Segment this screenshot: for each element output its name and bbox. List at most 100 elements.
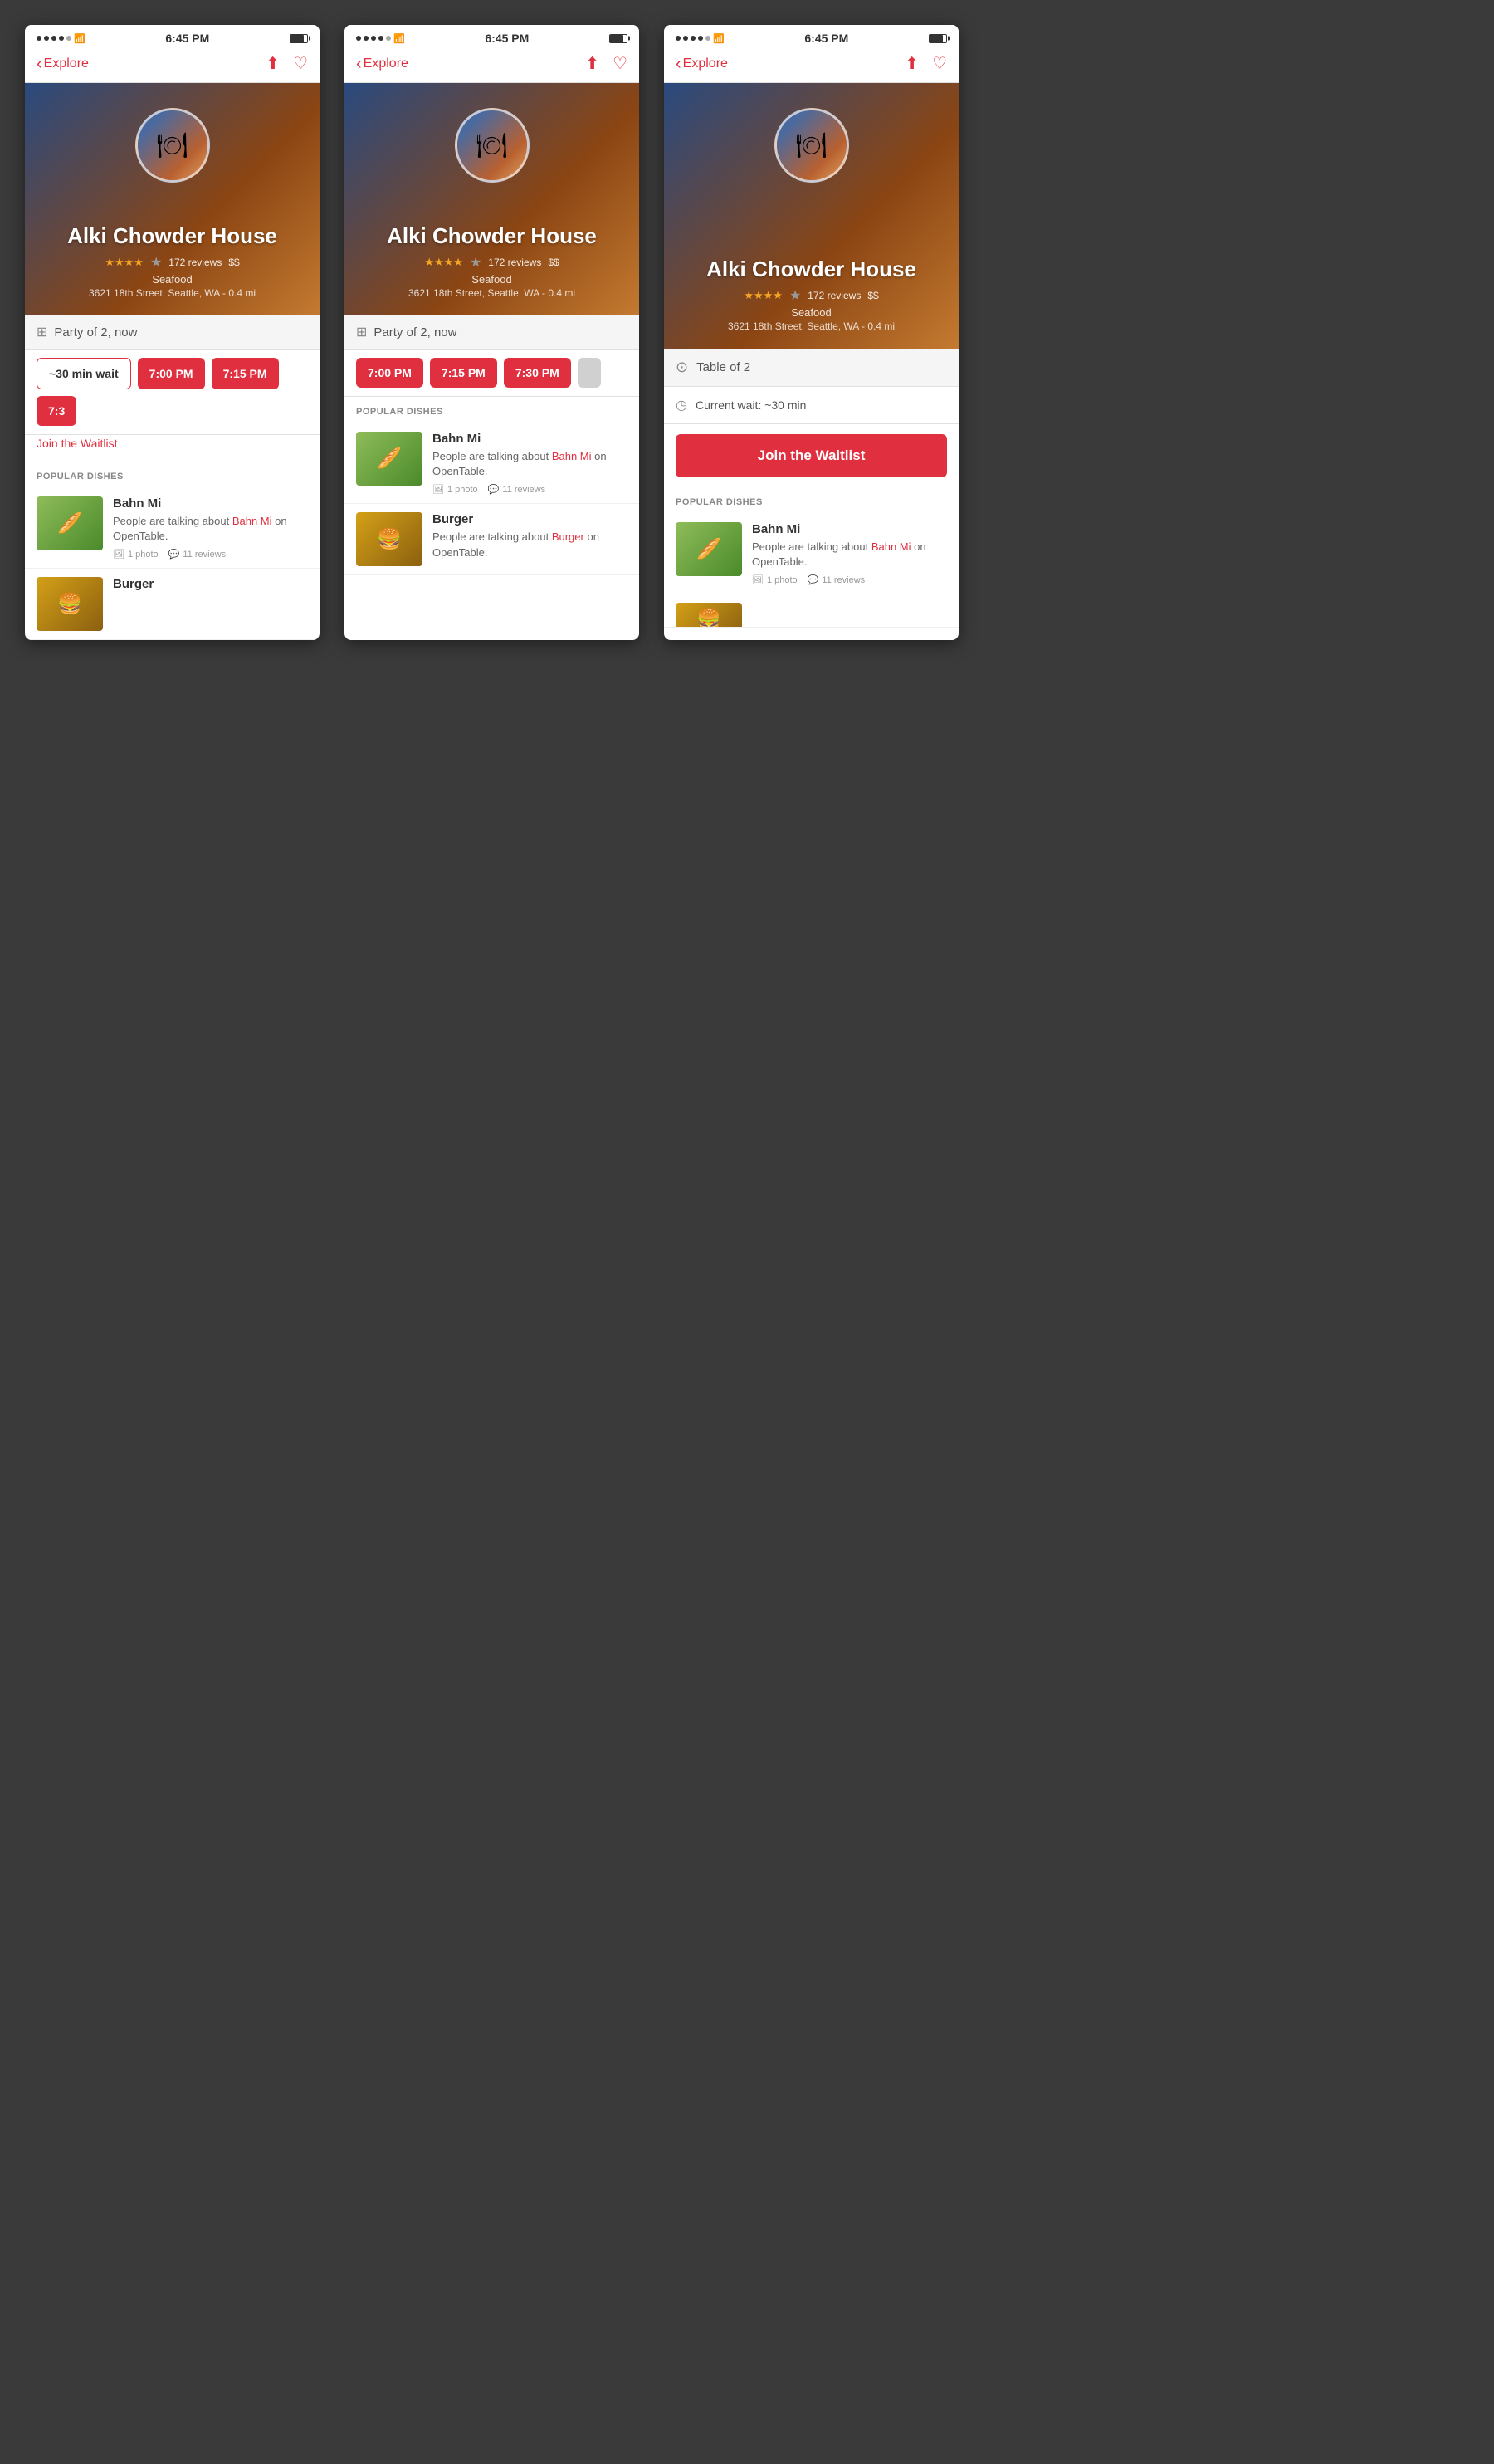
star-empty: ★ [470, 254, 481, 271]
signal-dot [37, 36, 42, 41]
join-waitlist-button[interactable]: Join the Waitlist [676, 434, 947, 477]
booking-section-2: ⊞ Party of 2, now [344, 315, 639, 350]
favorite-icon[interactable]: ♡ [932, 53, 947, 74]
favorite-icon[interactable]: ♡ [293, 53, 308, 74]
battery-area [929, 34, 947, 43]
time-slot-715[interactable]: 7:15 PM [430, 358, 497, 388]
bahnmi-thumbnail: 🥖 [356, 432, 422, 486]
restaurant-name: Alki Chowder House [67, 223, 277, 249]
waitlist-slot[interactable]: ~30 min wait [37, 358, 131, 389]
review-count-dish: 💬 11 reviews [488, 484, 545, 495]
status-bar-2: 📶 6:45 PM [344, 25, 639, 48]
dish-burger-partial: 🍔 [664, 594, 959, 628]
review-count-text: 11 reviews [822, 575, 865, 585]
avatar-image: 🍽 [457, 110, 527, 180]
party-size: Party of 2, now [374, 325, 456, 340]
photo-icon: 🖼 [113, 549, 124, 560]
review-count: 172 reviews [488, 257, 541, 268]
time-slot-730[interactable]: 7:30 PM [504, 358, 571, 388]
bahnmi-info: Bahn Mi People are talking about Bahn Mi… [113, 496, 308, 560]
wait-time: Current wait: ~30 min [696, 398, 806, 412]
hero-section-2: 🍽 Alki Chowder House ★★★★★ 172 reviews $… [344, 83, 639, 315]
desc-before: People are talking about [432, 450, 552, 462]
desc-before: People are talking about [113, 515, 232, 527]
back-label: Explore [683, 56, 728, 71]
bahnmi-footer: 🖼 1 photo 💬 11 reviews [113, 549, 308, 560]
signal-dot-empty [706, 36, 710, 41]
dish-burger: 🍔 Burger People are talking about Burger… [344, 504, 639, 575]
restaurant-avatar: 🍽 [774, 108, 849, 183]
time-slot-700[interactable]: 7:00 PM [138, 358, 205, 389]
signal-dot [378, 36, 383, 41]
person-icon: ⊙ [676, 359, 688, 376]
nav-bar-3: ‹ Explore ⬆ ♡ [664, 48, 959, 83]
time-slot-730-partial[interactable]: 7:3 [37, 396, 76, 426]
cuisine-type: Seafood [791, 306, 831, 319]
chevron-left-icon: ‹ [37, 56, 42, 72]
signal-dot [44, 36, 49, 41]
battery-icon [929, 34, 947, 43]
signal-dot [51, 36, 56, 41]
restaurant-meta: ★★★★★ 172 reviews $$ [424, 254, 559, 271]
wifi-icon: 📶 [393, 33, 405, 44]
bahnmi-thumbnail: 🥖 [676, 522, 742, 576]
price-range: $$ [228, 257, 239, 268]
photo-count-text: 1 photo [767, 575, 798, 585]
share-icon[interactable]: ⬆ [266, 53, 280, 74]
status-time: 6:45 PM [485, 32, 529, 45]
review-count: 172 reviews [808, 290, 861, 301]
back-button[interactable]: ‹ Explore [356, 56, 408, 72]
back-button[interactable]: ‹ Explore [37, 56, 89, 72]
signal-dot [683, 36, 688, 41]
join-waitlist-link[interactable]: Join the Waitlist [37, 437, 118, 450]
share-icon[interactable]: ⬆ [905, 53, 919, 74]
booking-section-1: ⊞ Party of 2, now [25, 315, 320, 350]
table-of-section: ⊙ Table of 2 [664, 349, 959, 387]
burger-desc: People are talking about Burger on OpenT… [432, 530, 627, 560]
time-slot-715[interactable]: 7:15 PM [212, 358, 279, 389]
favorite-icon[interactable]: ♡ [613, 53, 627, 74]
time-slot-700[interactable]: 7:00 PM [356, 358, 423, 388]
comment-icon: 💬 [808, 574, 819, 585]
star-rating: ★★★★ [105, 256, 144, 269]
bahnmi-link[interactable]: Bahn Mi [552, 450, 592, 462]
photo-count-text: 1 photo [447, 485, 478, 495]
burger-info: Burger People are talking about Burger o… [432, 512, 627, 566]
signal-dot-empty [66, 36, 71, 41]
battery-fill [290, 35, 304, 42]
restaurant-address: 3621 18th Street, Seattle, WA - 0.4 mi [408, 287, 575, 299]
burger-name: Burger [113, 577, 308, 591]
wifi-icon: 📶 [74, 33, 85, 44]
back-button[interactable]: ‹ Explore [676, 56, 728, 72]
star-rating: ★★★★ [424, 256, 463, 269]
share-icon[interactable]: ⬆ [585, 53, 599, 74]
back-label: Explore [44, 56, 89, 71]
hero-section-1: 🍽 Alki Chowder House ★★★★★ 172 reviews $… [25, 83, 320, 315]
signal-area: 📶 [356, 33, 405, 44]
battery-icon [290, 34, 308, 43]
photo-icon: 🖼 [432, 484, 444, 495]
bahnmi-link[interactable]: Bahn Mi [232, 515, 272, 527]
table-icon: ⊞ [37, 324, 47, 340]
star-empty: ★ [150, 254, 162, 271]
table-label: Table of 2 [696, 360, 750, 374]
restaurant-address: 3621 18th Street, Seattle, WA - 0.4 mi [89, 287, 256, 299]
popular-dishes-header: POPULAR DISHES [664, 487, 959, 514]
bahnmi-link[interactable]: Bahn Mi [872, 540, 911, 553]
burger-thumbnail: 🍔 [356, 512, 422, 566]
nav-actions: ⬆ ♡ [266, 53, 308, 74]
burger-link[interactable]: Burger [552, 530, 584, 543]
bahnmi-info: Bahn Mi People are talking about Bahn Mi… [432, 432, 627, 495]
status-bar-3: 📶 6:45 PM [664, 25, 959, 48]
waitlist-link-container: Join the Waitlist [25, 435, 320, 462]
bahnmi-desc: People are talking about Bahn Mi on Open… [432, 449, 627, 479]
time-slots-2: 7:00 PM 7:15 PM 7:30 PM [344, 350, 639, 397]
restaurant-name: Alki Chowder House [706, 257, 916, 282]
restaurant-avatar: 🍽 [135, 108, 210, 183]
review-count: 172 reviews [168, 257, 222, 268]
popular-dishes-header: POPULAR DISHES [25, 462, 320, 488]
bahnmi-name: Bahn Mi [752, 522, 947, 536]
nav-actions: ⬆ ♡ [585, 53, 627, 74]
hero-section-3: 🍽 Alki Chowder House ★★★★★ 172 reviews $… [664, 83, 959, 349]
comment-icon: 💬 [488, 484, 500, 495]
